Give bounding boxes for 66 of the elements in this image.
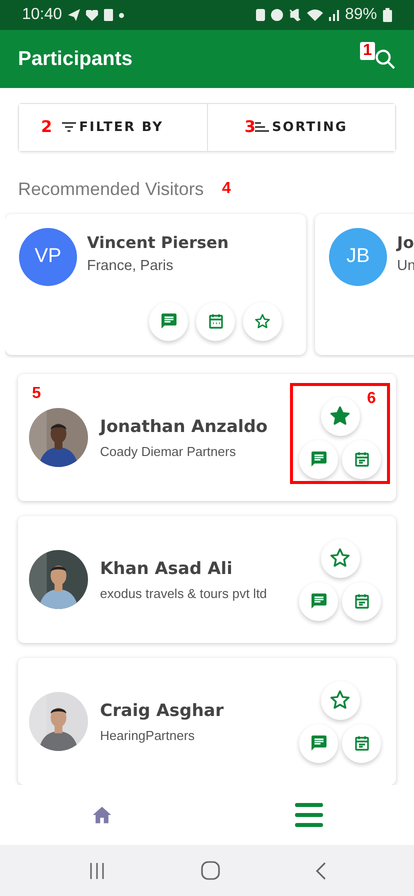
participant-card[interactable]: Craig Asghar HearingPartners <box>18 658 396 785</box>
calendar-icon <box>352 450 370 468</box>
calendar-icon <box>352 592 370 610</box>
annotation-number: 5 <box>32 386 41 402</box>
section-heading: Recommended Visitors <box>18 178 204 199</box>
message-button[interactable] <box>149 302 188 341</box>
calendar-button[interactable] <box>342 440 381 478</box>
clock-time: 10:40 <box>22 6 62 24</box>
participant-card[interactable]: 5 Jonathan Anzaldo Coady Diemar Partners 6 <box>18 374 396 501</box>
avatar-initials: JB <box>329 228 387 286</box>
filter-button[interactable]: 2 FILTER BY <box>19 104 206 151</box>
sort-icon <box>254 121 269 134</box>
search-button[interactable] <box>374 48 396 70</box>
participant-company: HearingPartners <box>100 728 196 742</box>
annotation-number: 4 <box>222 180 231 197</box>
calendar-button[interactable] <box>342 582 381 620</box>
dot-icon <box>119 12 124 18</box>
visitor-location: France, Paris <box>87 258 174 274</box>
calendar-icon <box>352 734 370 752</box>
star-icon <box>254 312 271 330</box>
chat-icon <box>310 450 328 468</box>
favorite-button[interactable] <box>320 680 360 720</box>
chat-icon <box>160 312 178 330</box>
back-icon[interactable] <box>314 862 326 880</box>
participant-card[interactable]: Khan Asad Ali exodus travels & tours pvt ltd <box>18 516 396 643</box>
message-button[interactable] <box>299 582 338 620</box>
visitor-card[interactable]: VP Vincent Piersen France, Paris <box>5 214 306 355</box>
home-icon <box>91 804 113 826</box>
participant-name: Khan Asad Ali <box>100 558 234 578</box>
recents-icon[interactable] <box>88 862 106 880</box>
star-icon <box>329 547 351 569</box>
wifi-icon <box>306 9 323 21</box>
heart-icon <box>86 10 98 20</box>
star-icon <box>329 689 351 711</box>
participant-company: Coady Diemar Partners <box>100 444 237 458</box>
annotation-number: 2 <box>41 119 54 135</box>
calendar-button[interactable] <box>196 302 235 341</box>
favorite-button[interactable] <box>320 538 360 578</box>
visitor-name: Jo <box>397 232 414 252</box>
calendar-button[interactable] <box>342 724 381 762</box>
star-icon <box>329 405 351 427</box>
chat-icon <box>310 734 328 752</box>
battery-percent: 89% <box>344 6 377 24</box>
participant-name: Jonathan Anzaldo <box>100 416 268 436</box>
message-button[interactable] <box>299 724 338 762</box>
avatar-initials: VP <box>19 228 77 286</box>
participant-company: exodus travels & tours pvt ltd <box>100 586 267 600</box>
annotation-number: 6 <box>367 390 376 406</box>
menu-icon <box>295 802 323 828</box>
annotation-number: 3 <box>244 119 258 135</box>
calendar-icon <box>206 312 224 330</box>
favorite-button[interactable] <box>243 302 282 341</box>
send-icon <box>68 9 80 21</box>
message-button[interactable] <box>299 440 338 478</box>
battery-icon <box>383 8 392 22</box>
filter-icon <box>62 121 76 134</box>
favorite-button[interactable] <box>320 396 360 436</box>
visitor-name: Vincent Piersen <box>87 232 229 252</box>
chat-icon <box>310 592 328 610</box>
participant-name: Craig Asghar <box>100 700 224 720</box>
sorting-button[interactable]: 3 SORTING <box>206 104 395 151</box>
annotation-number: 1 <box>360 42 375 60</box>
signal-icon <box>328 9 339 21</box>
page-title: Participants <box>18 48 132 70</box>
home-tab[interactable] <box>91 804 113 826</box>
menu-tab[interactable] <box>295 802 323 828</box>
